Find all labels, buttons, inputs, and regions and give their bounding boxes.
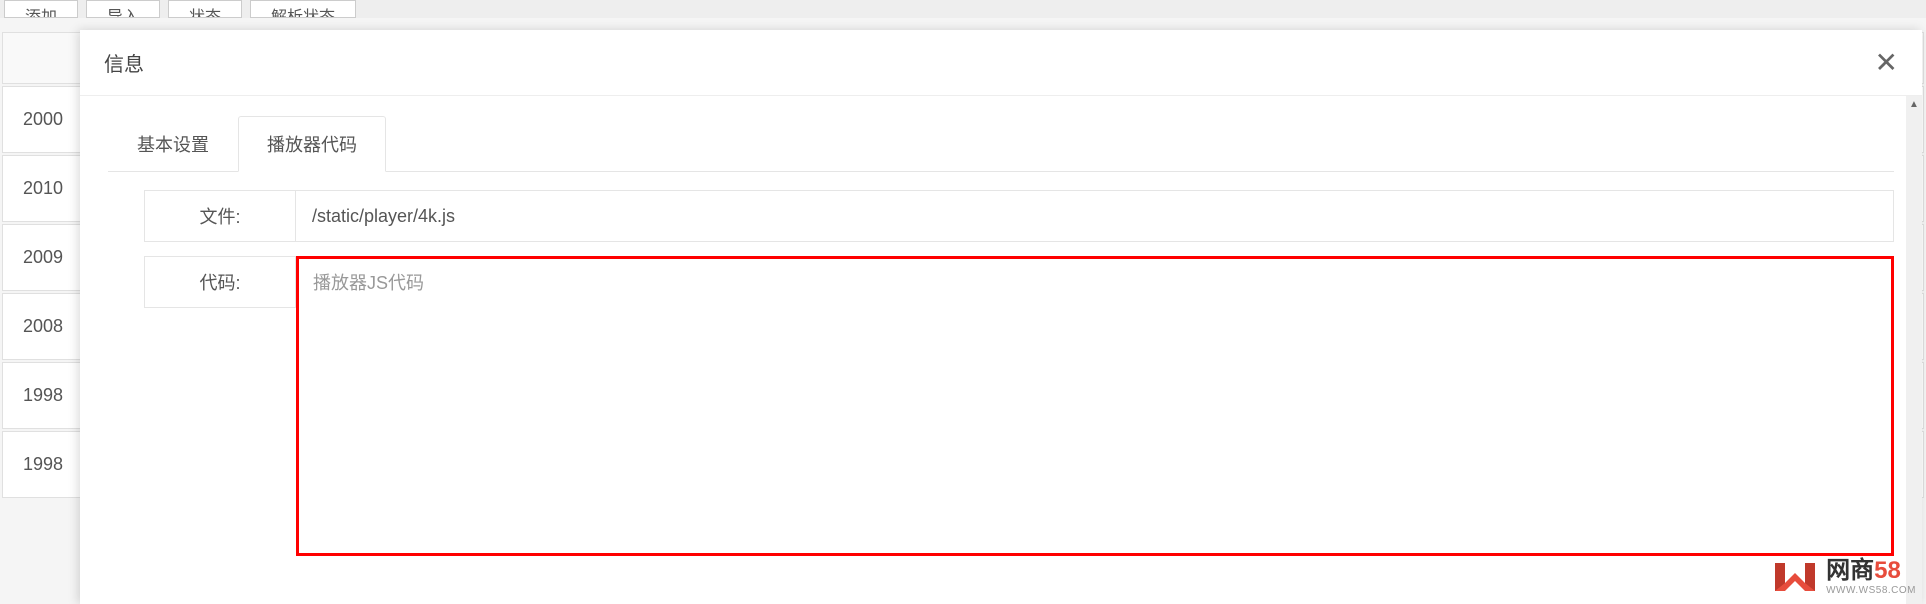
watermark: 网商58 WWW.WS58.COM (1770, 558, 1916, 596)
code-textarea[interactable] (296, 256, 1894, 556)
bg-btn[interactable]: 状态 (168, 0, 242, 18)
info-modal: 信息 ✕ 基本设置 播放器代码 文件: 代码: ▲ (80, 30, 1922, 604)
watermark-logo-icon (1770, 558, 1820, 596)
modal-body: 基本设置 播放器代码 文件: 代码: (80, 96, 1922, 604)
scrollbar-up-icon[interactable]: ▲ (1906, 96, 1922, 112)
form-row-code: 代码: (108, 256, 1894, 561)
tabs-row: 基本设置 播放器代码 (108, 116, 1894, 172)
modal-header: 信息 ✕ (80, 30, 1922, 96)
modal-title: 信息 (104, 48, 144, 77)
bg-btn[interactable]: 解析状态 (250, 0, 356, 18)
watermark-url: WWW.WS58.COM (1826, 585, 1916, 596)
tab-basic-settings[interactable]: 基本设置 (108, 116, 238, 172)
form-row-file: 文件: (108, 190, 1894, 242)
file-input[interactable] (296, 190, 1894, 242)
bg-btn[interactable]: 添加 (4, 0, 78, 18)
tab-player-code[interactable]: 播放器代码 (238, 116, 386, 172)
code-label: 代码: (144, 256, 296, 308)
watermark-text: 网商58 (1826, 558, 1916, 584)
background-toolbar: 添加 导入 状态 解析状态 (0, 0, 1926, 18)
close-icon[interactable]: ✕ (1875, 49, 1898, 77)
bg-btn[interactable]: 导入 (86, 0, 160, 18)
file-label: 文件: (144, 190, 296, 242)
scrollbar[interactable]: ▲ (1906, 96, 1922, 604)
